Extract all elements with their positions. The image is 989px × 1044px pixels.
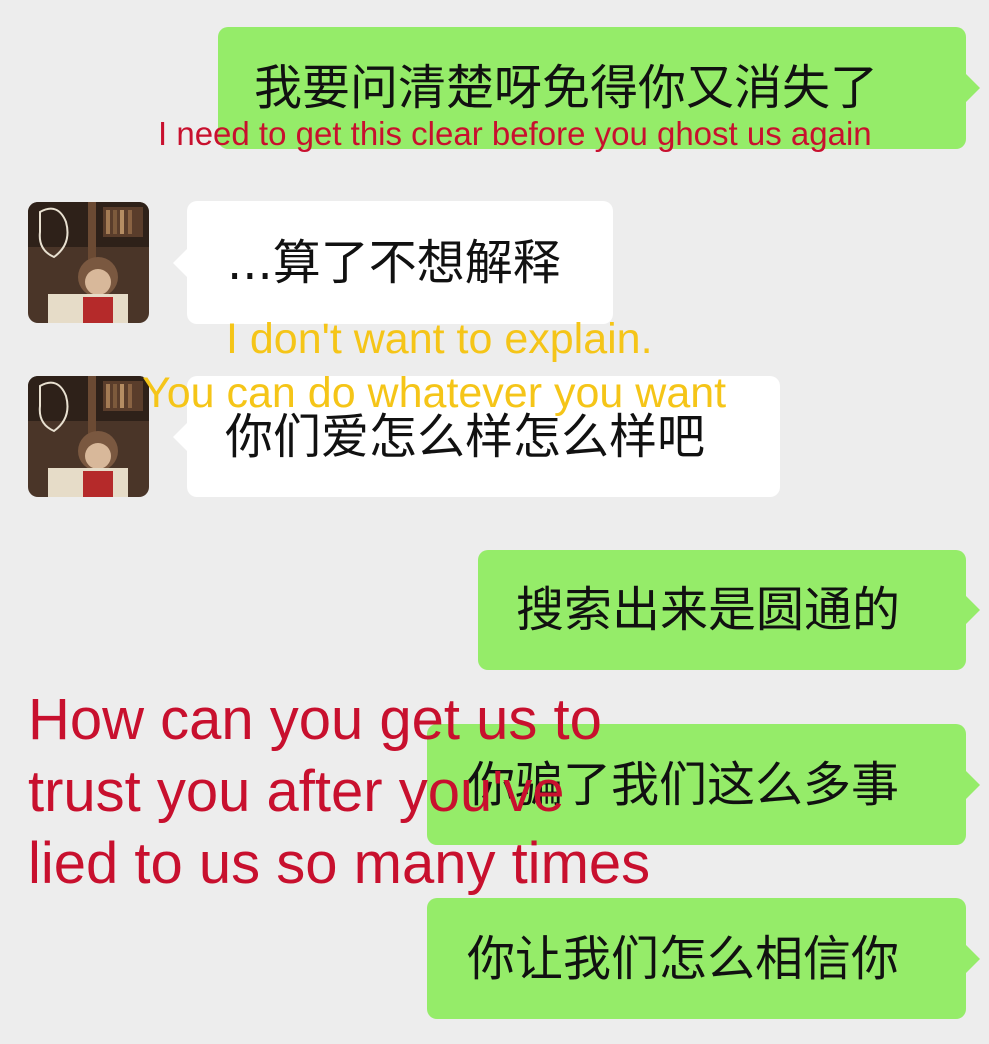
message-bubble-incoming[interactable]: ...算了不想解释	[173, 201, 613, 324]
translation-caption: I don't want to explain.	[226, 315, 653, 363]
translation-caption: You can do whatever you want	[142, 369, 727, 417]
message-text: 我要问清楚呀免得你又消失了	[254, 60, 879, 116]
message-text: ...算了不想解释	[227, 234, 561, 291]
message-text: 你让我们怎么相信你	[467, 930, 900, 987]
message-bubble-outgoing[interactable]: 你让我们怎么相信你	[427, 898, 980, 1019]
translation-caption: I need to get this clear before you ghos…	[158, 115, 872, 152]
message-text: 搜索出来是圆通的	[516, 582, 901, 638]
contact-avatar[interactable]	[28, 202, 149, 323]
message-text: 你们爱怎么样怎么样吧	[225, 408, 706, 465]
translation-caption: How can you get us to trust you after yo…	[28, 687, 651, 896]
contact-avatar[interactable]	[28, 376, 149, 497]
message-bubble-outgoing[interactable]: 搜索出来是圆通的	[478, 550, 980, 670]
